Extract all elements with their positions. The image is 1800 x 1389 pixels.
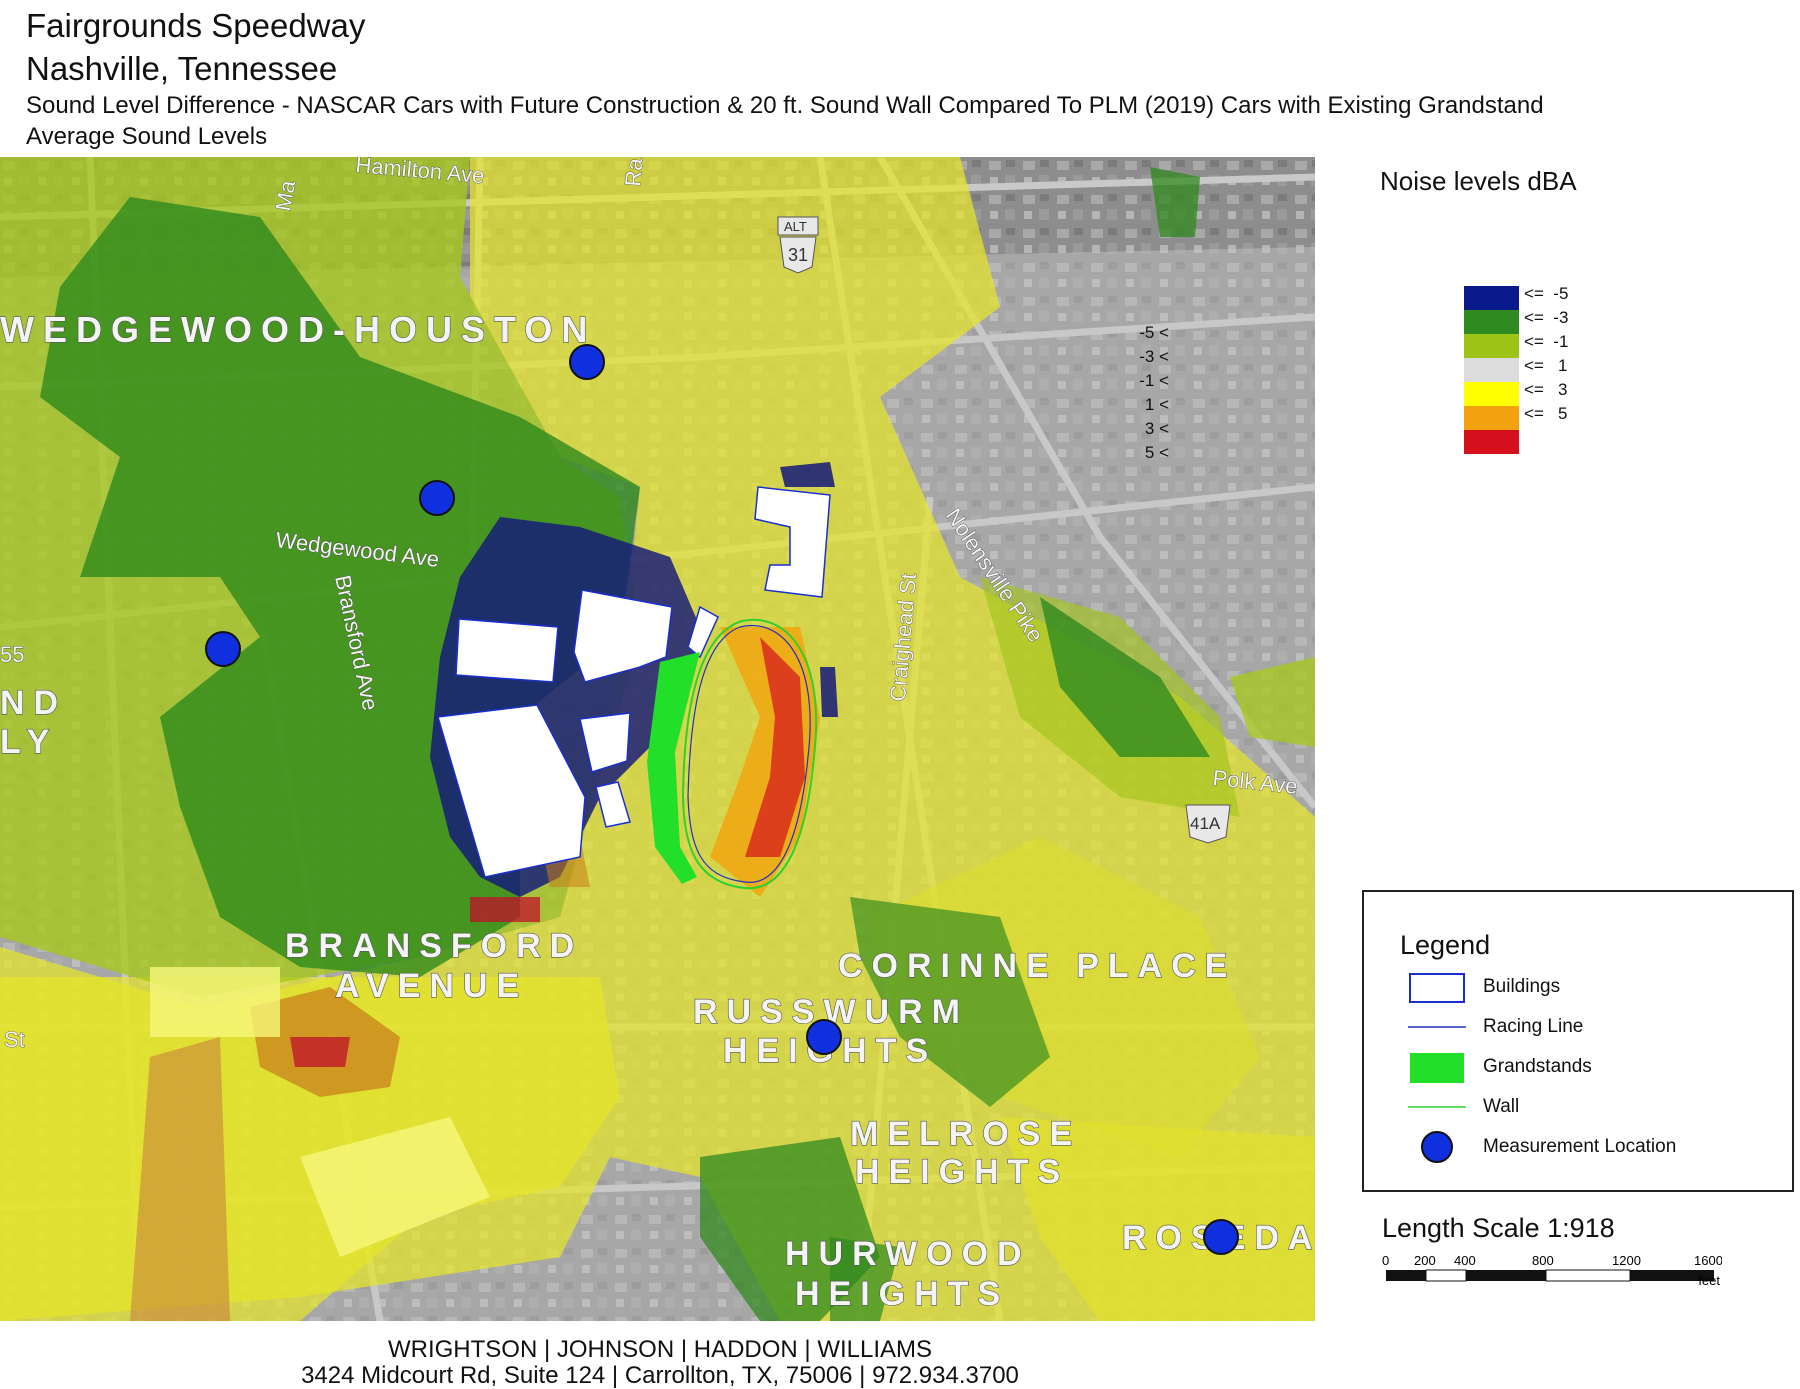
building bbox=[455, 618, 559, 683]
label-melrose: MELROSE bbox=[850, 1115, 1081, 1153]
legend-item-measurement: Measurement Location bbox=[1364, 1130, 1792, 1170]
legend-label: Measurement Location bbox=[1483, 1136, 1677, 1157]
noise-lower-bound: -5 < bbox=[1139, 323, 1169, 342]
map-title: Fairgrounds Speedway bbox=[26, 7, 366, 44]
footer-company: WRIGHTSON | JOHNSON | HADDON | WILLIAMS bbox=[387, 1336, 933, 1363]
legend-box: Legend Buildings Racing Line Grandstands… bbox=[1362, 890, 1794, 1192]
svg-text:feet: feet bbox=[1698, 1273, 1720, 1288]
noise-color-swatch bbox=[1464, 286, 1519, 310]
noise-lower-bound: 5 < bbox=[1144, 443, 1169, 462]
svg-text:800: 800 bbox=[1532, 1253, 1554, 1268]
svg-text:400: 400 bbox=[1454, 1253, 1476, 1268]
map-location: Nashville, Tennessee bbox=[26, 50, 338, 87]
legend-item-buildings: Buildings bbox=[1364, 970, 1792, 1010]
noise-color-swatch bbox=[1464, 406, 1519, 430]
svg-text:1200: 1200 bbox=[1612, 1253, 1641, 1268]
noise-lower-bound: -1 < bbox=[1139, 371, 1169, 390]
measurement-location[interactable] bbox=[1203, 1219, 1239, 1255]
label-hurwood: HURWOOD bbox=[785, 1235, 1031, 1273]
label-heights-3: HEIGHTS bbox=[795, 1275, 1009, 1313]
svg-text:0: 0 bbox=[1382, 1253, 1389, 1268]
noise-color-swatch bbox=[1464, 358, 1519, 382]
measurement-location[interactable] bbox=[205, 631, 241, 667]
noise-upper-bound: <= 5 bbox=[1524, 404, 1568, 423]
svg-text:1600: 1600 bbox=[1694, 1253, 1722, 1268]
legend-label: Racing Line bbox=[1483, 1016, 1584, 1037]
legend-item-racing-line: Racing Line bbox=[1364, 1010, 1792, 1050]
label-avenue: AVENUE bbox=[335, 967, 528, 1005]
measurement-swatch-icon bbox=[1421, 1131, 1453, 1163]
legend-item-grandstands: Grandstands bbox=[1364, 1050, 1792, 1090]
wall-swatch-icon bbox=[1408, 1106, 1466, 1108]
measurement-location[interactable] bbox=[569, 344, 605, 380]
noise-color-swatch bbox=[1464, 382, 1519, 406]
footer-address: 3424 Midcourt Rd, Suite 124 | Carrollton… bbox=[301, 1362, 1019, 1389]
label-corinne-place: CORINNE PLACE bbox=[838, 947, 1236, 985]
legend-label: Wall bbox=[1483, 1096, 1520, 1117]
noise-lower-bound: 3 < bbox=[1144, 419, 1169, 438]
legend-label: Buildings bbox=[1483, 976, 1561, 997]
noise-color-swatch bbox=[1464, 430, 1519, 454]
svg-text:ALT: ALT bbox=[784, 219, 807, 234]
noise-color-swatch bbox=[1464, 334, 1519, 358]
noise-color-swatch bbox=[1464, 310, 1519, 334]
svg-text:41A: 41A bbox=[1190, 814, 1221, 833]
noise-scale-title: Noise levels dBA bbox=[1380, 166, 1577, 196]
label-nd: ND bbox=[0, 684, 67, 722]
noise-upper-bound: <= -1 bbox=[1524, 332, 1569, 351]
measurement-location[interactable] bbox=[806, 1019, 842, 1055]
legend-item-wall: Wall bbox=[1364, 1090, 1792, 1130]
noise-upper-bound: <= 1 bbox=[1524, 356, 1568, 375]
noise-upper-bound: <= 3 bbox=[1524, 380, 1568, 399]
building-swatch-icon bbox=[1409, 973, 1465, 1003]
map-subtitle: Sound Level Difference - NASCAR Cars wit… bbox=[26, 92, 1544, 119]
label-bransford: BRANSFORD bbox=[285, 927, 583, 965]
noise-upper-bound: <= -3 bbox=[1524, 308, 1569, 327]
scale-bar-graphic: 0 200 400 800 1200 1600 feet bbox=[1382, 1253, 1723, 1288]
scale-bar: 0 200 400 800 1200 1600 feet bbox=[1382, 1253, 1723, 1298]
svg-text:31: 31 bbox=[788, 245, 808, 265]
noise-upper-bound: <= -5 bbox=[1524, 284, 1569, 303]
grandstand-swatch-icon bbox=[1410, 1053, 1464, 1083]
racing-line-swatch-icon bbox=[1408, 1026, 1466, 1028]
svg-text:200: 200 bbox=[1414, 1253, 1436, 1268]
road-55: 55 bbox=[0, 642, 24, 667]
title-block: Fairgrounds Speedway Nashville, Tennesse… bbox=[26, 4, 1544, 152]
legend-label: Grandstands bbox=[1483, 1056, 1592, 1077]
map-subtitle-2: Average Sound Levels bbox=[26, 123, 268, 150]
measurement-location[interactable] bbox=[419, 480, 455, 516]
road-ma: Ma bbox=[270, 178, 300, 213]
label-heights-2: HEIGHTS bbox=[855, 1153, 1069, 1191]
road-st: St bbox=[4, 1027, 25, 1052]
length-scale-label: Length Scale 1:918 bbox=[1382, 1213, 1615, 1243]
road-ra: Ra bbox=[620, 157, 647, 187]
noise-lower-bound: 1 < bbox=[1144, 395, 1169, 414]
noise-lower-bound: -3 < bbox=[1139, 347, 1169, 366]
label-wedgewood-houston: WEDGEWOOD-HOUSTON bbox=[0, 309, 596, 350]
label-ly: LY bbox=[0, 723, 58, 761]
legend-title: Legend bbox=[1400, 930, 1491, 960]
